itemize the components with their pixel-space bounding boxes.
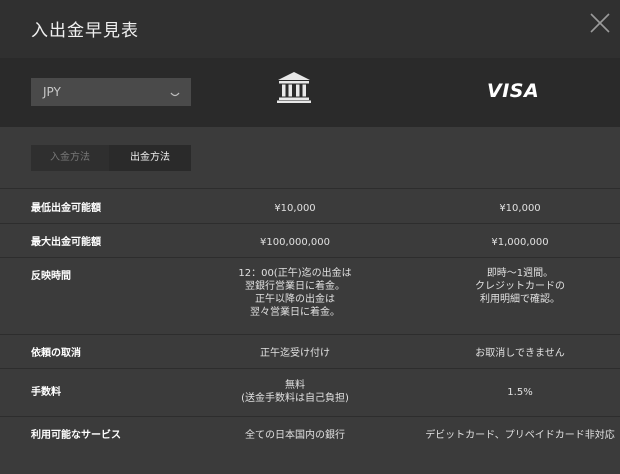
card-value: ¥10,000	[499, 203, 541, 214]
visa-logo-text: VISA	[487, 80, 540, 102]
bank-value: 全ての日本国内の銀行	[245, 430, 345, 441]
chevron-down-icon	[169, 86, 181, 98]
bank-value: 無料 (送金手数料は自己負担)	[241, 380, 349, 404]
row-label: 利用可能なサービス	[31, 430, 121, 441]
card-value: ¥1,000,000	[491, 237, 549, 248]
bank-icon	[277, 71, 311, 103]
bank-value: ¥10,000	[274, 203, 316, 214]
currency-select[interactable]: JPY	[31, 78, 191, 106]
card-value: 即時〜1週間。 クレジットカードの 利用明細で確認。	[475, 268, 565, 305]
row-label: 手数料	[31, 387, 61, 398]
currency-value: JPY	[43, 85, 61, 99]
dialog-header: 入出金早見表	[0, 0, 620, 58]
table-row: 反映時間 12：00(正午)迄の出金は 翌銀行営業日に着金。 正午以降の出金は …	[0, 257, 620, 334]
table-row: 利用可能なサービス 全ての日本国内の銀行 デビットカード、プリペイドカード非対応	[0, 416, 620, 456]
card-value: デビットカード、プリペイドカード非対応	[425, 430, 615, 441]
row-label: 最低出金可能額	[31, 203, 101, 214]
dialog-title: 入出金早見表	[31, 21, 139, 41]
close-icon[interactable]	[588, 11, 612, 35]
bank-value: ¥100,000,000	[260, 237, 330, 248]
visa-logo: VISA	[487, 80, 539, 102]
tab-withdrawal[interactable]: 出金方法	[109, 145, 191, 171]
method-band: JPY VISA	[0, 58, 620, 127]
table-row: 最低出金可能額 ¥10,000 ¥10,000	[0, 188, 620, 223]
tab-deposit[interactable]: 入金方法	[31, 145, 109, 171]
withdrawal-table: 最低出金可能額 ¥10,000 ¥10,000 最大出金可能額 ¥100,000…	[0, 188, 620, 456]
row-label: 最大出金可能額	[31, 237, 101, 248]
row-label: 反映時間	[31, 271, 71, 282]
table-row: 手数料 無料 (送金手数料は自己負担) 1.5%	[0, 368, 620, 416]
table-row: 最大出金可能額 ¥100,000,000 ¥1,000,000	[0, 223, 620, 257]
table-row: 依頼の取消 正午迄受け付け お取消しできません	[0, 334, 620, 368]
bank-value: 12：00(正午)迄の出金は 翌銀行営業日に着金。 正午以降の出金は 翌々営業日…	[238, 268, 352, 318]
deposit-withdrawal-dialog: 入出金早見表 JPY VISA 入金方法 出金方法 最低出金可能額 ¥10,00…	[0, 0, 620, 474]
card-value: 1.5%	[507, 387, 533, 398]
card-value: お取消しできません	[475, 348, 565, 359]
row-label: 依頼の取消	[31, 348, 81, 359]
bank-value: 正午迄受け付け	[260, 348, 330, 359]
